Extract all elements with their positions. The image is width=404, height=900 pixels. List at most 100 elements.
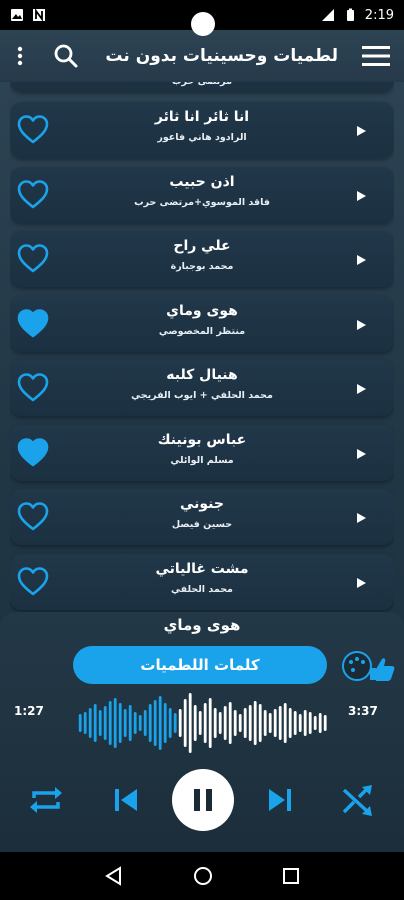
more-vert-icon [17,46,23,66]
play-button[interactable] [348,505,374,531]
list-item[interactable]: مشت غالياتي محمد الحلفي [10,553,394,610]
favorite-heart-icon[interactable] [16,178,50,212]
wave-bar [138,715,142,731]
app-bar: لطميات وحسينيات بدون نت [0,30,404,82]
search-button[interactable] [46,36,86,76]
play-icon [357,577,366,588]
menu-icon [362,46,390,66]
wave-bar [243,708,247,738]
back-icon[interactable] [104,866,124,886]
favorite-heart-icon[interactable] [16,500,50,534]
list-item[interactable]: هوى وماي منتظر المخصوصي [10,295,394,352]
wave-bar [208,698,212,748]
play-icon [357,255,366,265]
list-item[interactable]: علي راح محمد بوجبارة [10,231,394,287]
wave-bar [293,711,297,735]
song-name: مشت غالياتي [155,560,249,577]
wave-bar [108,701,112,745]
play-icon [357,319,366,330]
list-item[interactable]: اذن حبيب فاقد الموسوي+مرتضى حرب [10,166,394,223]
list-item[interactable]: جنوني حسين فيصل [10,489,394,545]
wave-bar [93,704,97,742]
favorite-heart-icon[interactable] [16,113,50,147]
song-artist: محمد الحلفي + ايوب الفريجي [131,390,273,401]
list-item[interactable]: عباس بونينك مسلم الوائلي [10,424,394,481]
menu-button[interactable] [358,36,394,76]
skip-previous-icon [115,789,137,811]
wave-bar [258,704,262,742]
favorite-heart-icon[interactable] [16,565,50,599]
wave-bar [223,706,227,740]
play-button[interactable] [348,247,374,273]
list-item[interactable]: انا ثائر انا ثائر الرادود هاني فاعور [10,102,394,158]
n-app-icon [33,8,45,22]
pause-button[interactable] [172,769,234,831]
shuffle-button[interactable] [336,772,380,828]
wave-bar [83,712,87,734]
play-button[interactable] [348,570,374,596]
song-artist: منتظر المخصوصي [158,325,246,337]
rate-app-icon[interactable] [340,642,398,684]
play-icon [357,190,366,201]
play-button[interactable] [348,183,374,209]
song-name: اذن حبيب [169,173,235,190]
favorite-heart-icon[interactable] [16,242,50,276]
song-artist: مرتضى حرب [70,82,334,92]
song-texts: جنوني حسين فيصل [70,493,334,535]
wave-bar [143,710,147,736]
favorite-heart-icon[interactable] [16,371,50,405]
play-icon [357,126,366,136]
wave-bar [153,700,157,746]
wave-bar [128,705,132,741]
play-button[interactable] [348,118,374,144]
wave-bar [178,709,182,737]
wave-bar [263,710,267,736]
wave-bar [303,710,307,736]
song-texts: انا ثائر انا ثائر الرادود هاني فاعور [70,106,334,148]
wave-bar [123,709,127,737]
more-options-button[interactable] [10,36,30,76]
song-texts: هوى وماي منتظر المخصوصي [70,300,334,342]
elapsed-time: 1:27 [14,704,44,718]
play-button[interactable] [348,376,374,402]
battery-icon [346,8,354,21]
pause-icon [194,789,212,811]
song-texts: علي راح محمد بوجبارة [70,235,334,277]
favorite-heart-icon[interactable] [16,436,50,470]
wave-bar [253,701,257,745]
next-button[interactable] [258,772,302,828]
song-texts: هنيال كلبه محمد الحلفي + ايوب الفريجي [70,364,334,406]
waveform-seekbar[interactable] [78,692,328,754]
home-icon[interactable] [193,866,213,886]
wave-bar [218,712,222,734]
song-name: هوى وماي [166,302,238,319]
song-name: علي راح [173,238,231,254]
wave-bar [158,696,162,750]
previous-button[interactable] [104,772,148,828]
wave-bar [113,698,117,748]
system-nav-bar [0,852,404,900]
wave-bar [238,714,242,732]
song-name: جنوني [179,496,224,512]
list-item[interactable]: هنيال كلبه محمد الحلفي + ايوب الفريجي [10,360,394,416]
repeat-button[interactable] [24,772,68,828]
wave-bar [318,713,322,733]
favorite-heart-icon[interactable] [16,307,50,341]
wave-bar [193,705,197,741]
wave-bar [323,715,327,731]
wave-bar [88,708,92,738]
recents-icon[interactable] [282,867,300,885]
total-time: 3:37 [348,704,378,718]
wave-bar [163,703,167,743]
wave-bar [268,713,272,733]
wave-bar [213,708,217,738]
play-button[interactable] [348,312,374,338]
wave-bar [173,713,177,733]
song-list[interactable]: مرتضى حرب انا ثائر انا ثائر الرادود هاني … [10,82,394,612]
song-artist: محمد الحلفي [171,583,233,595]
play-button[interactable] [348,441,374,467]
lyrics-button[interactable]: كلمات اللطميات [73,646,327,684]
list-item-partial[interactable]: مرتضى حرب [10,82,394,92]
song-name: هنيال كلبه [166,367,238,383]
wave-bar [98,710,102,736]
